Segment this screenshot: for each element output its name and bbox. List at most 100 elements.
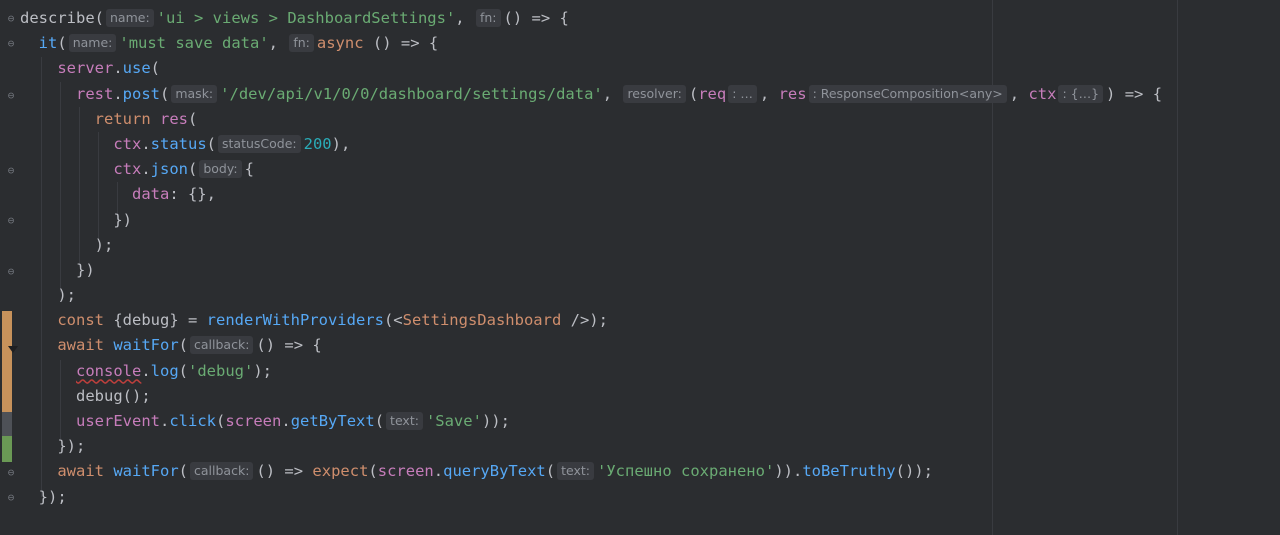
vcs-added-marker[interactable] [2,436,12,462]
code-token: ( [188,160,198,179]
code-token: (< [383,311,403,330]
code-line[interactable]: await waitFor(callback:() => expect(scre… [20,459,1162,484]
code-line[interactable]: const {debug} = renderWithProviders(<Set… [20,308,1162,333]
fold-open-icon[interactable]: ⊖ [5,90,17,102]
code-token: ( [57,34,67,53]
code-token: req [698,84,727,103]
vcs-modified-marker[interactable] [2,311,12,412]
code-token: 'must save data' [119,34,269,53]
code-token: waitFor [113,462,179,481]
code-token: . [160,412,170,430]
code-token: )). [774,462,803,481]
code-token: res [778,84,807,103]
fold-close-icon[interactable]: ⊖ [5,266,17,278]
code-token: () => { [256,336,322,355]
code-token: ); [20,286,76,305]
code-token: . [281,412,291,430]
parameter-hint: callback: [190,336,254,355]
code-token: 'ui > views > DashboardSettings' [156,9,456,27]
code-line[interactable]: describe(name:'ui > views > DashboardSet… [20,6,1162,31]
code-line[interactable]: debug(); [20,384,1162,409]
code-token: , [268,34,288,53]
fold-close-icon[interactable]: ⊖ [5,215,17,227]
fold-open-icon[interactable]: ⊖ [5,13,17,25]
code-line[interactable]: }); [20,485,1162,510]
code-token: ( [545,462,556,481]
code-token: ); [253,361,273,380]
editor-gutter: ⊖ ⊖ ⊖ ⊖ ⊖ ⊖ ⊖ ⊖ [0,0,20,535]
code-token: ctx [1028,84,1057,103]
code-token: ( [216,412,226,430]
parameter-hint: callback: [190,462,254,481]
code-token: 'Успешно сохранено' [597,462,775,481]
vcs-marker[interactable] [2,412,12,436]
code-token: ( [688,84,699,103]
code-token: () => { [363,34,439,53]
code-token: . [141,160,151,179]
code-line[interactable]: }); [20,434,1162,459]
code-token: debug(); [20,386,151,405]
parameter-hint: statusCode: [218,134,301,153]
code-line[interactable]: }) [20,258,1162,283]
code-token: rest [76,84,114,103]
code-editor[interactable]: describe(name:'ui > views > DashboardSet… [20,6,1162,510]
code-token: ); [20,235,114,254]
code-token: () => { [503,9,569,27]
code-line[interactable]: ctx.status(statusCode: 200), [20,132,1162,157]
code-line[interactable]: server.use( [20,56,1162,81]
code-token: server [57,59,114,78]
code-token: 200 [303,134,332,153]
code-token: waitFor [113,336,179,355]
code-line[interactable]: it(name:'must save data', fn: async () =>… [20,31,1162,56]
code-token: const [57,311,104,330]
code-token: ( [178,361,189,380]
parameter-hint: resolver: [623,84,686,103]
code-token: ( [374,412,385,430]
parameter-hint: name: [68,34,117,53]
code-token: , [455,9,474,27]
code-token: . [113,59,123,78]
code-token: describe [20,9,95,27]
code-token: ( [178,336,189,355]
code-token: data [131,185,170,204]
code-token: ), [331,134,351,153]
parameter-hint: mask: [171,84,218,103]
code-line[interactable]: ); [20,233,1162,258]
code-token: expect [312,462,369,481]
code-line[interactable]: ); [20,283,1162,308]
code-token: json [150,160,188,179]
code-token: queryByText [443,462,546,481]
code-token: use [122,59,151,78]
code-line[interactable]: ctx.json(body:{ [20,157,1162,182]
code-token: log [150,361,179,380]
code-line[interactable]: console.log('debug'); [20,359,1162,384]
fold-close-icon[interactable]: ⊖ [5,467,17,479]
code-line[interactable]: }) [20,208,1162,233]
code-token: res [160,109,188,128]
code-token: screen [225,412,282,430]
code-line[interactable]: await waitFor(callback:() => { [20,333,1162,358]
fold-close-icon[interactable]: ⊖ [5,492,17,504]
code-token: . [141,134,151,153]
code-line[interactable]: return res( [20,107,1162,132]
fold-open-icon[interactable]: ⊖ [5,38,17,50]
parameter-hint: body: [199,160,242,179]
parameter-hint: name: [106,9,154,27]
breakpoint-icon[interactable] [8,346,18,353]
code-token: 'debug' [188,361,254,380]
code-token: 'Save' [425,412,482,430]
code-line[interactable]: rest.post(mask: '/dev/api/v1/0/0/dashboar… [20,82,1162,107]
code-token: userEvent [76,412,160,430]
code-line[interactable]: data: {}, [20,182,1162,207]
fold-open-icon[interactable]: ⊖ [5,165,17,177]
code-token: ctx [113,134,142,153]
code-line[interactable]: userEvent.click(screen.getByText(text: 'S… [20,409,1162,434]
code-token: ( [150,59,161,78]
